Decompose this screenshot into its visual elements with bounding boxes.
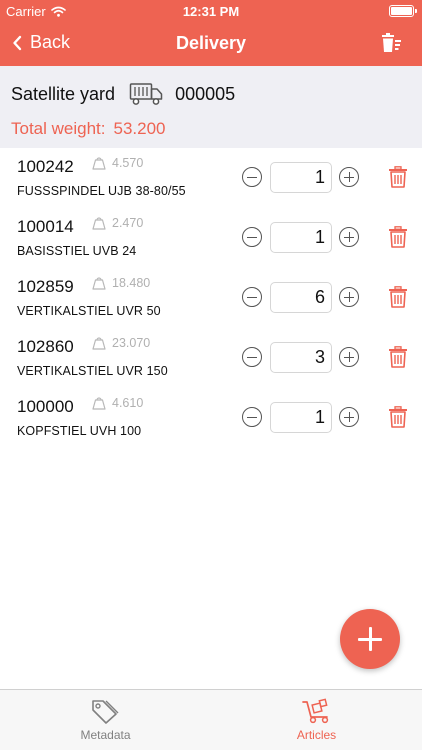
weight-icon — [92, 337, 106, 350]
delete-all-icon — [382, 33, 401, 52]
trash-icon[interactable] — [388, 226, 408, 248]
delivery-summary: Satellite yard 000005 Total weight: 53.20… — [0, 66, 422, 148]
battery-icon — [389, 5, 417, 17]
article-list: 100242 4.570 FUSSSPINDEL UJB 38-80/55 10… — [0, 148, 422, 448]
article-name: VERTIKALSTIEL UVR 150 — [17, 364, 168, 378]
decrease-quantity-button[interactable] — [242, 227, 262, 247]
delete-all-button[interactable] — [380, 32, 402, 59]
article-weight: 4.610 — [92, 396, 143, 410]
trash-icon[interactable] — [388, 346, 408, 368]
tab-articles[interactable]: Articles — [211, 690, 422, 750]
article-row: 102859 18.480 VERTIKALSTIEL UVR 50 — [0, 268, 422, 328]
article-number: 102859 — [17, 277, 74, 296]
decrease-quantity-button[interactable] — [242, 407, 262, 427]
quantity-input[interactable] — [270, 342, 332, 373]
article-number: 100014 — [17, 217, 74, 236]
weight-icon — [92, 397, 106, 410]
weight-icon — [92, 217, 106, 230]
article-weight: 2.470 — [92, 216, 143, 230]
article-name: FUSSSPINDEL UJB 38-80/55 — [17, 184, 186, 198]
decrease-quantity-button[interactable] — [242, 287, 262, 307]
total-weight-value: 53.200 — [113, 119, 166, 138]
increase-quantity-button[interactable] — [339, 227, 359, 247]
article-weight-value: 4.610 — [112, 396, 144, 410]
page-title: Delivery — [175, 33, 247, 53]
article-weight: 4.570 — [92, 156, 143, 170]
delivery-number: 000005 — [175, 83, 236, 104]
article-name: BASISSTIEL UVB 24 — [17, 244, 137, 258]
increase-quantity-button[interactable] — [339, 167, 359, 187]
tab-bar: Metadata Articles — [0, 689, 422, 750]
increase-quantity-button[interactable] — [339, 287, 359, 307]
quantity-input[interactable] — [270, 402, 332, 433]
weight-icon — [92, 277, 106, 290]
article-number: 100242 — [17, 157, 74, 176]
trash-icon[interactable] — [388, 286, 408, 308]
decrease-quantity-button[interactable] — [242, 347, 262, 367]
article-row: 100014 2.470 BASISSTIEL UVB 24 — [0, 208, 422, 268]
quantity-input[interactable] — [270, 282, 332, 313]
article-row: 102860 23.070 VERTIKALSTIEL UVR 150 — [0, 328, 422, 388]
tag-icon — [92, 700, 119, 724]
tab-metadata[interactable]: Metadata — [0, 690, 211, 750]
decrease-quantity-button[interactable] — [242, 167, 262, 187]
tab-metadata-label: Metadata — [80, 728, 131, 742]
article-row: 100000 4.610 KOPFSTIEL UVH 100 — [0, 388, 422, 448]
add-article-button[interactable] — [340, 609, 400, 669]
quantity-input[interactable] — [270, 222, 332, 253]
total-weight-label: Total weight: — [11, 119, 106, 138]
article-row: 100242 4.570 FUSSSPINDEL UJB 38-80/55 — [0, 148, 422, 208]
article-number: 102860 — [17, 337, 74, 356]
article-weight-value: 23.070 — [112, 336, 151, 350]
quantity-input[interactable] — [270, 162, 332, 193]
article-weight: 18.480 — [92, 276, 150, 290]
truck-icon — [129, 83, 163, 105]
trash-icon[interactable] — [388, 166, 408, 188]
status-time: 12:31 PM — [182, 4, 240, 19]
article-weight-value: 2.470 — [112, 216, 144, 230]
increase-quantity-button[interactable] — [339, 347, 359, 367]
article-name: KOPFSTIEL UVH 100 — [17, 424, 142, 438]
tab-articles-label: Articles — [296, 728, 337, 742]
article-name: VERTIKALSTIEL UVR 50 — [17, 304, 161, 318]
weight-icon — [92, 157, 106, 170]
navigation-bar: Back Delivery — [0, 22, 422, 66]
article-number: 100000 — [17, 397, 74, 416]
status-bar: Carrier 12:31 PM — [0, 0, 422, 22]
yard-name: Satellite yard — [11, 83, 116, 104]
increase-quantity-button[interactable] — [339, 407, 359, 427]
total-weight: Total weight: 53.200 — [11, 119, 166, 139]
article-weight: 23.070 — [92, 336, 150, 350]
article-weight-value: 4.570 — [112, 156, 144, 170]
trash-icon[interactable] — [388, 406, 408, 428]
hand-truck-icon — [302, 698, 329, 724]
article-weight-value: 18.480 — [112, 276, 151, 290]
